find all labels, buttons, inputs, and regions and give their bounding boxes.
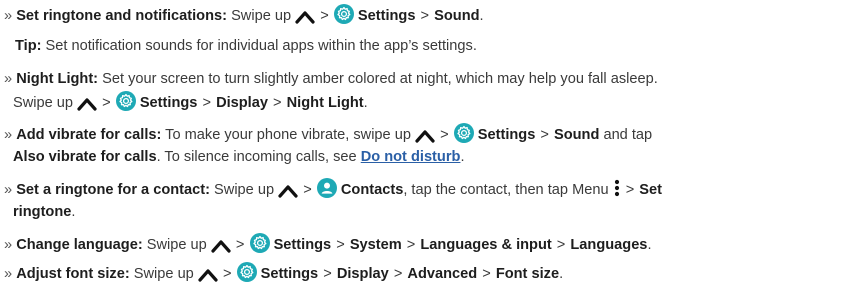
sound-label: Sound (434, 8, 480, 24)
bullet: » (4, 71, 13, 87)
settings-gear-icon (453, 123, 474, 143)
separator: > (540, 127, 549, 143)
bullet: » (4, 8, 13, 24)
tip-body: Set notification sounds for individual a… (45, 38, 477, 54)
text: Swipe up (146, 237, 207, 253)
chevron-up-icon (415, 129, 435, 143)
chevron-up-icon (295, 10, 315, 24)
text: Swipe up (231, 8, 292, 24)
separator: > (440, 127, 449, 143)
item-title: Set a ringtone for a contact: (16, 182, 210, 198)
night-light-label: Night Light (286, 95, 364, 111)
display-label: Display (216, 95, 268, 111)
item-title: Add vibrate for calls: (16, 127, 162, 143)
separator: > (273, 95, 282, 111)
text: Swipe up (133, 266, 194, 282)
languages-input-label: Languages & input (420, 237, 552, 253)
languages-label: Languages (570, 237, 648, 253)
font-size-label: Font size (495, 266, 560, 282)
list-item-contact-ringtone: » Set a ringtone for a contact: Swipe up… (4, 178, 844, 202)
chevron-up-icon (77, 97, 97, 111)
list-item-change-language: » Change language: Swipe up > Settings >… (4, 233, 844, 257)
item-title: Set ringtone and notifications: (16, 8, 227, 24)
set-label: Set (639, 182, 663, 198)
separator: > (303, 182, 312, 198)
list-item-night-light: » Night Light: Set your screen to turn s… (4, 68, 844, 91)
system-label: System (349, 237, 402, 253)
period: . (460, 149, 465, 165)
advanced-label: Advanced (407, 266, 478, 282)
settings-label: Settings (477, 127, 536, 143)
settings-label: Settings (273, 237, 332, 253)
separator: > (393, 266, 403, 282)
chevron-up-icon (278, 184, 298, 198)
instructions-document: » Set ringtone and notifications: Swipe … (0, 0, 852, 289)
settings-label: Settings (139, 95, 198, 111)
list-item-ringtone-notifications: » Set ringtone and notifications: Swipe … (4, 4, 844, 28)
item-title: Change language: (16, 237, 143, 253)
settings-gear-icon (236, 262, 257, 282)
separator: > (420, 8, 430, 24)
list-item-contact-ringtone-cont: ringtone. (4, 201, 844, 224)
sound-label: Sound (553, 127, 600, 143)
separator: > (482, 266, 491, 282)
bullet: » (4, 182, 13, 198)
also-vibrate-label: Also vibrate for calls (13, 149, 157, 165)
tip-text: Tip: Set notification sounds for individ… (6, 35, 844, 58)
chevron-up-icon (211, 239, 231, 253)
display-label: Display (336, 266, 389, 282)
ringtone-label: ringtone (13, 204, 72, 220)
separator: > (406, 237, 416, 253)
bullet: » (4, 127, 13, 143)
text: Set your screen to turn slightly amber c… (102, 71, 658, 87)
settings-gear-icon (333, 4, 354, 24)
bullet: » (4, 266, 13, 282)
separator: > (202, 95, 211, 111)
separator: > (336, 237, 345, 253)
settings-label: Settings (260, 266, 319, 282)
separator: > (556, 237, 566, 253)
list-item-font-size: » Adjust font size: Swipe up > Settings … (4, 262, 844, 286)
settings-label: Settings (357, 8, 416, 24)
menu-dots-icon (613, 178, 621, 198)
separator: > (222, 266, 232, 282)
text: . To silence incoming calls, see (156, 149, 357, 165)
period: . (71, 204, 76, 220)
list-item-vibrate-calls-cont: Also vibrate for calls. To silence incom… (4, 146, 844, 169)
text: Swipe up (13, 95, 74, 111)
list-item-night-light-cont: Swipe up > Settings > Display > Night Li… (4, 91, 844, 115)
text: Swipe up (214, 182, 275, 198)
chevron-up-icon (198, 268, 218, 282)
bullet: » (4, 237, 13, 253)
do-not-disturb-link[interactable]: Do not disturb (361, 149, 461, 165)
separator: > (323, 266, 332, 282)
text: , tap the contact, then tap Menu (403, 182, 609, 198)
settings-gear-icon (249, 233, 270, 253)
text: To make your phone vibrate, swipe up (165, 127, 411, 143)
period: . (363, 95, 368, 111)
list-item-vibrate-calls: » Add vibrate for calls: To make your ph… (4, 123, 844, 147)
separator: > (102, 95, 111, 111)
separator: > (625, 182, 635, 198)
text: and tap (603, 127, 653, 143)
settings-gear-icon (115, 91, 136, 111)
period: . (479, 8, 484, 24)
item-title: Night Light: (16, 71, 99, 87)
contacts-person-icon (316, 178, 337, 198)
tip-label: Tip: (15, 38, 42, 54)
period: . (559, 266, 564, 282)
separator: > (320, 8, 329, 24)
item-title: Adjust font size: (16, 266, 130, 282)
period: . (647, 237, 652, 253)
contacts-label: Contacts (340, 182, 404, 198)
separator: > (235, 237, 245, 253)
